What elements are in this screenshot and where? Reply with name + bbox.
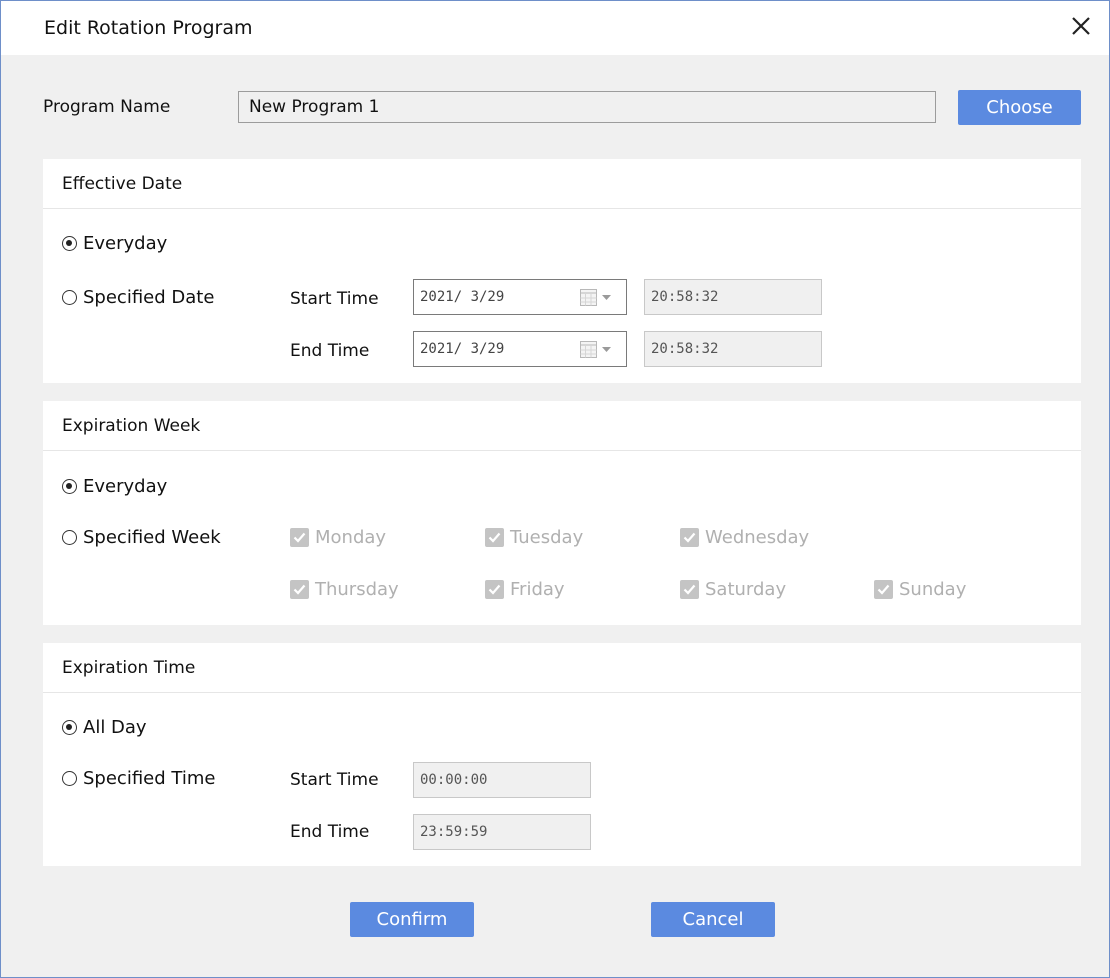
effective-start-date-picker[interactable]: 2021/ 3/29 xyxy=(413,279,627,315)
radio-unchecked-icon xyxy=(62,771,77,786)
day-checkbox-monday[interactable]: Monday xyxy=(290,527,386,548)
radio-label: Specified Date xyxy=(83,287,215,308)
close-icon[interactable] xyxy=(1066,11,1096,41)
expiration-time-header: Expiration Time xyxy=(43,643,1081,693)
calendar-dropdown-icon[interactable] xyxy=(580,341,618,363)
radio-label: Everyday xyxy=(83,476,168,497)
dialog-title: Edit Rotation Program xyxy=(44,17,253,39)
confirm-button[interactable]: Confirm xyxy=(350,902,474,937)
effective-date-title: Effective Date xyxy=(62,174,183,194)
checkbox-check-icon xyxy=(485,580,504,599)
start-date-value: 2021/ 3/29 xyxy=(420,289,505,305)
end-time-value: 23:59:59 xyxy=(420,824,488,840)
radio-label: Specified Time xyxy=(83,768,216,789)
expiration-time-title: Expiration Time xyxy=(62,658,196,678)
choose-button[interactable]: Choose xyxy=(958,90,1081,125)
expiration-week-specified-radio[interactable]: Specified Week xyxy=(62,527,221,548)
checkbox-check-icon xyxy=(485,528,504,547)
expiration-end-time-field[interactable]: 23:59:59 xyxy=(413,814,591,850)
program-name-input[interactable] xyxy=(238,91,936,123)
end-time-value: 20:58:32 xyxy=(651,341,719,357)
expiration-time-specified-radio[interactable]: Specified Time xyxy=(62,768,215,789)
expiration-week-panel: Expiration Week Everyday Specified Week … xyxy=(43,401,1081,625)
day-checkbox-saturday[interactable]: Saturday xyxy=(680,579,786,600)
expiration-week-header: Expiration Week xyxy=(43,401,1081,451)
day-checkbox-friday[interactable]: Friday xyxy=(485,579,565,600)
day-checkbox-tuesday[interactable]: Tuesday xyxy=(485,527,583,548)
program-name-label: Program Name xyxy=(43,97,171,117)
cancel-button[interactable]: Cancel xyxy=(651,902,775,937)
day-label: Sunday xyxy=(899,579,967,600)
radio-label: All Day xyxy=(83,717,147,738)
radio-unchecked-icon xyxy=(62,290,77,305)
start-time-value: 00:00:00 xyxy=(420,772,488,788)
effective-date-panel: Effective Date Everyday Specified Date S… xyxy=(43,159,1081,383)
expiration-time-all-day-radio[interactable]: All Day xyxy=(62,717,147,738)
day-label: Saturday xyxy=(705,579,787,600)
day-checkbox-thursday[interactable]: Thursday xyxy=(290,579,399,600)
expiration-time-panel: Expiration Time All Day Specified Time S… xyxy=(43,643,1081,866)
end-date-value: 2021/ 3/29 xyxy=(420,341,505,357)
start-time-value: 20:58:32 xyxy=(651,289,719,305)
checkbox-check-icon xyxy=(290,580,309,599)
effective-start-time-label: Start Time xyxy=(290,289,379,309)
day-label: Tuesday xyxy=(510,527,584,548)
expiration-start-time-field[interactable]: 00:00:00 xyxy=(413,762,591,798)
effective-end-date-picker[interactable]: 2021/ 3/29 xyxy=(413,331,627,367)
radio-label: Specified Week xyxy=(83,527,221,548)
edit-rotation-program-dialog: Edit Rotation Program Program Name Choos… xyxy=(0,0,1110,978)
effective-start-time-field[interactable]: 20:58:32 xyxy=(644,279,822,315)
radio-checked-icon xyxy=(62,720,77,735)
radio-label: Everyday xyxy=(83,233,168,254)
checkbox-check-icon xyxy=(680,580,699,599)
expiration-start-time-label: Start Time xyxy=(290,770,379,790)
calendar-dropdown-icon[interactable] xyxy=(580,289,618,311)
day-checkbox-wednesday[interactable]: Wednesday xyxy=(680,527,809,548)
effective-end-time-label: End Time xyxy=(290,341,370,361)
expiration-week-title: Expiration Week xyxy=(62,416,201,436)
expiration-week-everyday-radio[interactable]: Everyday xyxy=(62,476,167,497)
effective-end-time-field[interactable]: 20:58:32 xyxy=(644,331,822,367)
day-checkbox-sunday[interactable]: Sunday xyxy=(874,579,966,600)
radio-checked-icon xyxy=(62,236,77,251)
radio-unchecked-icon xyxy=(62,530,77,545)
day-label: Wednesday xyxy=(705,527,810,548)
checkbox-check-icon xyxy=(874,580,893,599)
expiration-end-time-label: End Time xyxy=(290,822,370,842)
day-label: Monday xyxy=(315,527,387,548)
day-label: Friday xyxy=(510,579,565,600)
radio-checked-icon xyxy=(62,479,77,494)
effective-date-header: Effective Date xyxy=(43,159,1081,209)
effective-date-everyday-radio[interactable]: Everyday xyxy=(62,233,167,254)
effective-date-specified-radio[interactable]: Specified Date xyxy=(62,287,214,308)
checkbox-check-icon xyxy=(680,528,699,547)
checkbox-check-icon xyxy=(290,528,309,547)
day-label: Thursday xyxy=(315,579,399,600)
title-bar: Edit Rotation Program xyxy=(1,1,1109,55)
